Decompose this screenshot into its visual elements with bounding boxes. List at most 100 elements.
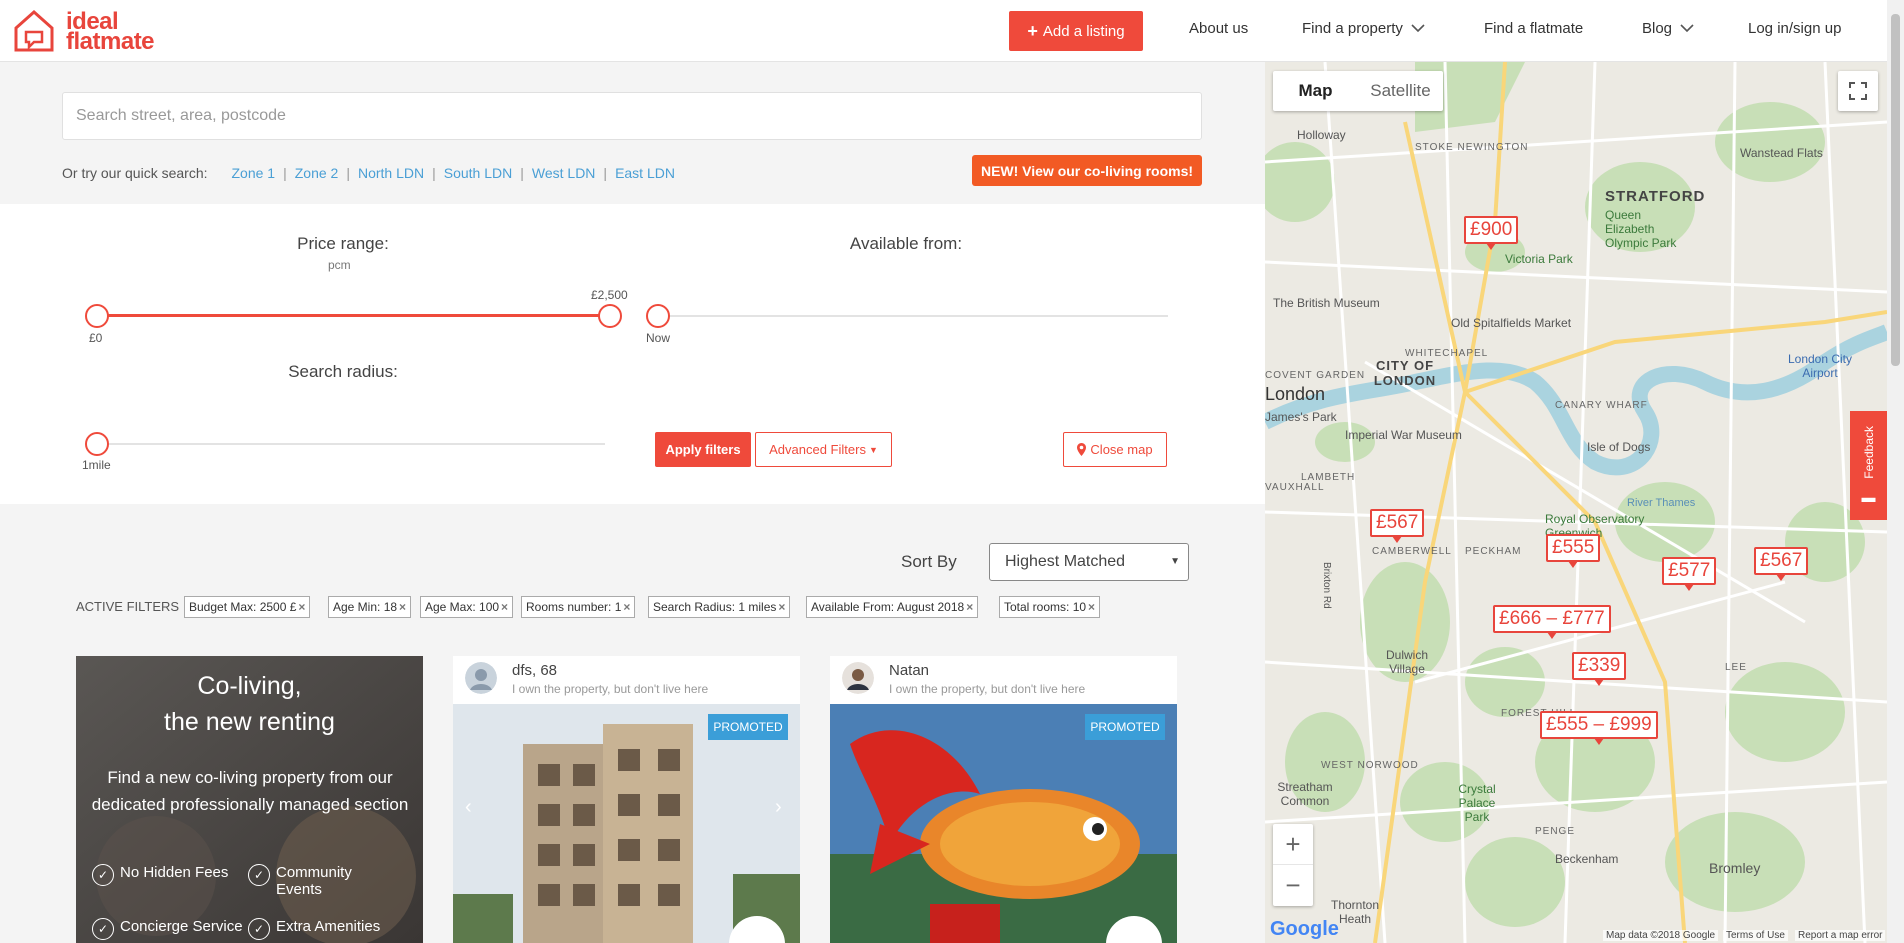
price-min-label: £0 bbox=[89, 331, 103, 345]
zoom-in-button[interactable]: + bbox=[1273, 824, 1313, 865]
sort-selected-value: Highest Matched bbox=[1005, 553, 1126, 570]
chat-icon: ▬ bbox=[1861, 488, 1876, 505]
search-input[interactable]: Search street, area, postcode bbox=[62, 92, 1202, 140]
map-place-label: PENGE bbox=[1535, 826, 1576, 837]
map-price-marker[interactable]: £555 – £999 bbox=[1540, 711, 1658, 745]
scrollbar-thumb[interactable] bbox=[1891, 14, 1900, 366]
coliving-button[interactable]: NEW! View our co-living rooms! bbox=[972, 155, 1202, 186]
map-place-label: Beckenham bbox=[1555, 852, 1619, 866]
price-max-label: £2,500 bbox=[591, 288, 628, 302]
apply-filters-button[interactable]: Apply filters bbox=[655, 432, 751, 467]
map-price-marker[interactable]: £900 bbox=[1464, 216, 1519, 250]
quick-link-zone1[interactable]: Zone 1 bbox=[232, 165, 276, 181]
map-type-toggle: Map Satellite bbox=[1273, 71, 1443, 111]
separator: | bbox=[432, 165, 436, 181]
advanced-label: Advanced Filters bbox=[769, 442, 866, 457]
map-price-marker[interactable]: £567 bbox=[1370, 509, 1425, 543]
plus-icon: + bbox=[1027, 20, 1038, 41]
quick-link-east[interactable]: East LDN bbox=[615, 165, 675, 181]
map-price-marker[interactable]: £666 – £777 bbox=[1493, 605, 1611, 639]
radius-slider-track[interactable] bbox=[97, 443, 605, 445]
promo-description: Find a new co-living property from our d… bbox=[91, 768, 409, 814]
chevron-right-icon[interactable]: › bbox=[775, 796, 782, 819]
report-map-error-link[interactable]: Report a map error bbox=[1795, 930, 1886, 941]
remove-icon[interactable]: × bbox=[501, 600, 508, 614]
quick-link-south[interactable]: South LDN bbox=[444, 165, 512, 181]
nav-about-us[interactable]: About us bbox=[1189, 20, 1248, 37]
feature-label: Community Events bbox=[276, 864, 352, 898]
add-listing-button[interactable]: + Add a listing bbox=[1009, 11, 1143, 51]
nav-find-flatmate[interactable]: Find a flatmate bbox=[1484, 20, 1583, 37]
map-place-label: CANARY WHARF bbox=[1555, 400, 1648, 411]
nav-label: About us bbox=[1189, 20, 1249, 37]
sort-select[interactable]: Highest Matched ▼ bbox=[989, 543, 1189, 581]
map-price-marker[interactable]: £567 bbox=[1754, 547, 1809, 581]
advanced-filters-button[interactable]: Advanced Filters ▼ bbox=[755, 432, 892, 467]
fullscreen-button[interactable] bbox=[1838, 71, 1878, 111]
remove-icon[interactable]: × bbox=[778, 600, 785, 614]
map-view[interactable]: Holloway STOKE NEWINGTON STRATFORD Wanst… bbox=[1265, 62, 1887, 943]
zoom-out-button[interactable]: − bbox=[1273, 865, 1313, 906]
available-slider-track[interactable] bbox=[658, 315, 1168, 317]
check-icon: ✓ bbox=[92, 918, 114, 940]
feature-label: Concierge Service bbox=[120, 918, 243, 935]
remove-icon[interactable]: × bbox=[966, 600, 973, 614]
remove-icon[interactable]: × bbox=[298, 600, 305, 614]
remove-icon[interactable]: × bbox=[399, 600, 406, 614]
house-logo-icon bbox=[14, 9, 54, 52]
radius-handle[interactable] bbox=[85, 432, 109, 456]
price-slider-track[interactable] bbox=[97, 314, 610, 317]
listing-card[interactable]: dfs, 68 I own the property, but don't li… bbox=[453, 656, 800, 943]
map-price-marker[interactable]: £339 bbox=[1572, 652, 1627, 686]
remove-icon[interactable]: × bbox=[623, 600, 630, 614]
map-price-marker[interactable]: £577 bbox=[1662, 557, 1717, 591]
remove-icon[interactable]: × bbox=[1088, 600, 1095, 614]
price-unit: pcm bbox=[328, 258, 351, 272]
available-handle[interactable] bbox=[646, 304, 670, 328]
map-place-label: PECKHAM bbox=[1465, 546, 1522, 557]
nav-login[interactable]: Log in/sign up bbox=[1748, 20, 1841, 37]
nav-find-property[interactable]: Find a property bbox=[1302, 20, 1425, 37]
map-place-label: COVENT GARDEN bbox=[1265, 370, 1366, 381]
quick-search-label: Or try our quick search: bbox=[62, 165, 208, 181]
quick-link-zone2[interactable]: Zone 2 bbox=[295, 165, 339, 181]
map-place-label: Queen Elizabeth Olympic Park bbox=[1605, 208, 1677, 250]
listing-card[interactable]: Natan I own the property, but don't live… bbox=[830, 656, 1177, 943]
map-type-map[interactable]: Map bbox=[1273, 71, 1358, 111]
filter-chip[interactable]: Rooms number: 1 × bbox=[521, 596, 636, 618]
promoted-badge: PROMOTED bbox=[708, 714, 788, 740]
filter-chip[interactable]: Available From: August 2018 × bbox=[806, 596, 979, 618]
filter-chip[interactable]: Age Min: 18 × bbox=[328, 596, 412, 618]
coliving-promo-card[interactable]: Co-living, the new renting Find a new co… bbox=[76, 656, 423, 943]
logo[interactable]: ideal flatmate bbox=[12, 8, 172, 56]
filter-chip[interactable]: Search Radius: 1 miles × bbox=[648, 596, 791, 618]
nav-blog[interactable]: Blog bbox=[1642, 20, 1694, 37]
map-place-label: The British Museum bbox=[1273, 296, 1380, 310]
filter-chip[interactable]: Total rooms: 10 × bbox=[999, 596, 1101, 618]
map-place-label: Imperial War Museum bbox=[1345, 428, 1462, 442]
close-map-button[interactable]: Close map bbox=[1063, 432, 1167, 467]
map-type-satellite[interactable]: Satellite bbox=[1358, 71, 1443, 111]
check-icon: ✓ bbox=[248, 864, 270, 886]
map-place-label: Old Spitalfields Market bbox=[1451, 316, 1572, 330]
google-logo-text: Google bbox=[1270, 918, 1339, 940]
price-min-handle[interactable] bbox=[85, 304, 109, 328]
filter-chip[interactable]: Budget Max: 2500 £ × bbox=[184, 596, 311, 618]
site-header: ideal flatmate + Add a listing About us … bbox=[0, 0, 1904, 62]
check-icon: ✓ bbox=[248, 918, 270, 940]
chevron-left-icon[interactable]: ‹ bbox=[465, 796, 472, 819]
terms-link[interactable]: Terms of Use bbox=[1723, 930, 1788, 941]
promo-title-line1: Co-living, bbox=[197, 672, 302, 700]
quick-link-west[interactable]: West LDN bbox=[532, 165, 596, 181]
page-scrollbar[interactable] bbox=[1887, 0, 1904, 943]
price-max-handle[interactable] bbox=[598, 304, 622, 328]
map-tiles bbox=[1265, 62, 1887, 943]
separator: | bbox=[346, 165, 350, 181]
owner-name: dfs, 68 bbox=[512, 662, 558, 679]
fullscreen-icon bbox=[1849, 82, 1867, 100]
feedback-tab[interactable]: Feedback ▬ bbox=[1850, 411, 1887, 520]
map-price-marker[interactable]: £555 bbox=[1546, 534, 1601, 568]
filter-chip[interactable]: Age Max: 100 × bbox=[420, 596, 514, 618]
quick-link-north[interactable]: North LDN bbox=[358, 165, 424, 181]
chip-label: Age Min: 18 bbox=[333, 600, 398, 614]
